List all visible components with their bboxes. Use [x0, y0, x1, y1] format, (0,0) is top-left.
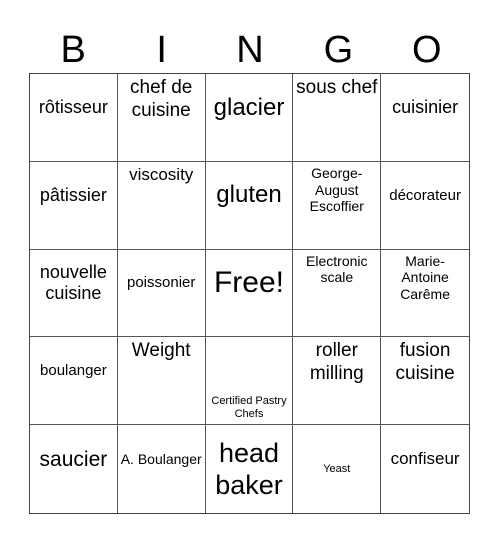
bingo-cell-text: boulanger	[40, 362, 107, 380]
bingo-cell[interactable]: décorateur	[381, 162, 469, 250]
bingo-cell-text: Yeast	[323, 462, 351, 475]
bingo-cell-text: poissonier	[127, 274, 196, 292]
bingo-cell[interactable]: pâtissier	[30, 161, 118, 250]
bingo-card: rôtisseur chef de cuisine glacier sous chef…	[29, 73, 470, 514]
bingo-cell[interactable]: fusion cuisine	[381, 337, 469, 426]
bingo-cell-text: A. Boulanger	[120, 451, 202, 468]
bingo-cell[interactable]: George-August Escoffier	[293, 161, 382, 250]
bingo-cell[interactable]: chef de cuisine	[117, 74, 206, 162]
bingo-cell-text: George-August Escoffier	[309, 164, 364, 215]
bingo-cell-text: confiseur	[390, 449, 460, 469]
header-letter-i: I	[156, 29, 167, 71]
free-space-cell[interactable]: Free!	[205, 249, 294, 338]
bingo-cell[interactable]: roller milling	[293, 337, 382, 426]
bingo-cell-text: Marie-Antoine Carême	[400, 252, 450, 303]
bingo-cell-text: gluten	[216, 181, 282, 209]
bingo-cell[interactable]: sous chef	[293, 74, 382, 162]
bingo-cell-text: sous chef	[296, 77, 378, 98]
header-letter-g: G	[323, 29, 354, 71]
bingo-cell[interactable]: poissonier	[117, 249, 206, 338]
bingo-cell-text: Electronic scale	[306, 252, 368, 286]
bingo-cell-text: saucier	[39, 448, 108, 471]
bingo-cell[interactable]: Certified Pastry Chefs	[205, 337, 294, 426]
bingo-cell[interactable]: rôtisseur	[30, 74, 118, 162]
bingo-cell[interactable]: A. Boulanger	[118, 425, 206, 513]
bingo-header: B I N G O	[29, 28, 471, 72]
bingo-cell[interactable]: boulanger	[30, 337, 118, 426]
bingo-cell[interactable]: cuisinier	[381, 74, 469, 162]
header-letter-o: O	[412, 29, 442, 71]
bingo-cell-text: décorateur	[389, 186, 461, 204]
bingo-cell-text: glacier	[213, 93, 285, 121]
bingo-cell[interactable]: Yeast	[293, 425, 382, 513]
bingo-cell[interactable]: Electronic scale	[293, 249, 382, 338]
bingo-cell-text: chef de cuisine	[130, 77, 193, 121]
bingo-cell-text: roller milling	[309, 340, 364, 385]
bingo-cell[interactable]: saucier	[30, 425, 118, 513]
header-letter-b: B	[60, 29, 86, 71]
bingo-cell-text: rôtisseur	[38, 97, 108, 118]
bingo-cell-text: viscosity	[129, 164, 194, 184]
bingo-cell[interactable]: glacier	[205, 74, 294, 162]
bingo-cell-text: head baker	[215, 437, 283, 501]
bingo-cell[interactable]: Weight	[117, 337, 206, 426]
bingo-cell-text: fusion cuisine	[395, 340, 455, 385]
bingo-cell[interactable]: gluten	[205, 161, 294, 250]
bingo-cell-text: Certified Pastry Chefs	[211, 394, 287, 420]
bingo-cell[interactable]: head baker	[206, 425, 294, 513]
bingo-cell-text: nouvelle cuisine	[39, 261, 107, 304]
bingo-cell-text: Free!	[213, 266, 284, 300]
bingo-cell[interactable]: nouvelle cuisine	[30, 249, 118, 338]
bingo-cell-text: pâtissier	[39, 184, 107, 205]
bingo-cell[interactable]: viscosity	[117, 161, 206, 250]
bingo-cell[interactable]: confiseur	[381, 425, 469, 513]
bingo-cell-text: Weight	[131, 340, 191, 362]
bingo-cell[interactable]: Marie-Antoine Carême	[381, 250, 469, 338]
header-letter-n: N	[236, 29, 264, 71]
bingo-cell-text: cuisinier	[392, 97, 459, 118]
